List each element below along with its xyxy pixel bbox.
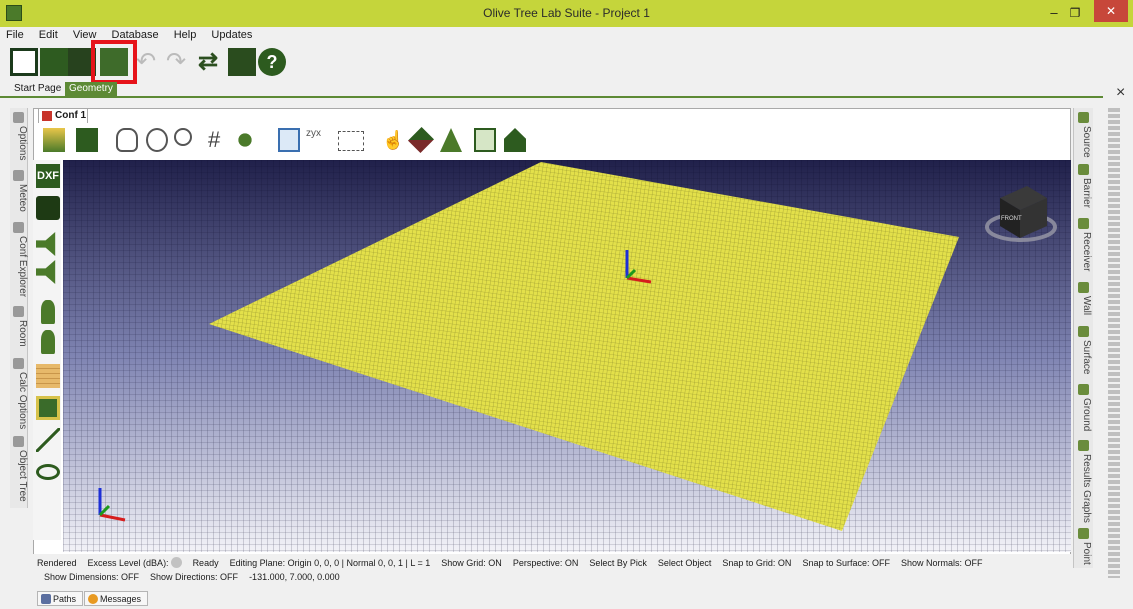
help-icon[interactable]: ? xyxy=(258,48,286,76)
close-panel-icon[interactable]: × xyxy=(1116,84,1125,102)
status-show-dimensions[interactable]: Show Dimensions: OFF xyxy=(44,572,139,582)
open-folder-icon[interactable] xyxy=(40,48,68,76)
status-show-normals[interactable]: Show Normals: OFF xyxy=(901,558,983,568)
dock-tab-calc-options[interactable]: Calc Options xyxy=(10,356,28,432)
status-bar: Rendered Excess Level (dBA): Ready Editing … xyxy=(33,554,1071,584)
object-tools: DXF xyxy=(33,160,61,540)
rotate-icon[interactable] xyxy=(146,128,168,152)
pick-hand-icon[interactable]: ☝ xyxy=(382,128,404,152)
microphone-array-icon[interactable] xyxy=(41,330,55,354)
perspective-icon[interactable] xyxy=(278,128,300,152)
pan-icon[interactable] xyxy=(116,128,138,152)
axes-icon[interactable]: zyx xyxy=(306,128,328,152)
dock-tab-ground[interactable]: Ground xyxy=(1076,382,1092,436)
dock-tab-results-graphs[interactable]: Results Graphs xyxy=(1076,438,1092,524)
undo-icon[interactable]: ↶ xyxy=(136,48,164,76)
view-toolbar: # zyx ☝ xyxy=(38,125,1068,157)
tab-start-page[interactable]: Start Page xyxy=(10,82,65,97)
3d-viewport[interactable]: FRONT xyxy=(63,160,1071,552)
surface-icon[interactable] xyxy=(36,396,60,420)
menu-bar: File Edit View Database Help Updates xyxy=(0,27,1133,45)
left-dock: Options Meteo Conf Explorer Room Calc Op… xyxy=(10,108,28,508)
new-file-icon[interactable] xyxy=(10,48,38,76)
dock-tab-wall[interactable]: Wall xyxy=(1076,280,1092,322)
dock-tab-receiver[interactable]: Receiver xyxy=(1076,216,1092,278)
tab-conf-1[interactable]: Conf 1 xyxy=(38,108,88,123)
dock-tab-object-tree[interactable]: Object Tree xyxy=(10,434,28,508)
status-ready: Ready xyxy=(192,558,219,568)
title-bar: Olive Tree Lab Suite - Project 1 – ❐ ✕ xyxy=(0,0,1133,27)
page-tabs: Start Page Geometry xyxy=(0,81,1133,97)
snap-grid-icon[interactable] xyxy=(474,128,496,152)
measure-icon[interactable] xyxy=(36,428,60,452)
status-excess-level-label: Excess Level (dBA): xyxy=(87,558,169,568)
zoom-icon[interactable] xyxy=(174,128,192,146)
status-show-grid[interactable]: Show Grid: ON xyxy=(441,558,502,568)
select-region-icon[interactable] xyxy=(338,131,364,151)
tab-geometry[interactable]: Geometry xyxy=(65,82,117,97)
dock-tab-source[interactable]: Source xyxy=(1076,110,1092,160)
status-rendered: Rendered xyxy=(37,558,77,568)
move-icon[interactable] xyxy=(234,128,256,152)
menu-help[interactable]: Help xyxy=(168,27,203,43)
redo-icon[interactable]: ↷ xyxy=(166,48,194,76)
dock-tab-point[interactable]: Point xyxy=(1076,526,1092,566)
tent-icon[interactable] xyxy=(440,128,462,152)
window-title: Olive Tree Lab Suite - Project 1 xyxy=(483,6,650,20)
view-cube-label: FRONT xyxy=(1001,216,1022,222)
dock-tab-barrier[interactable]: Barrier xyxy=(1076,162,1092,214)
speaker-icon[interactable] xyxy=(36,232,56,256)
status-coordinates: -131.000, 7.000, 0.000 xyxy=(249,572,340,582)
status-show-directions[interactable]: Show Directions: OFF xyxy=(150,572,238,582)
minimize-button[interactable]: – xyxy=(1045,4,1063,22)
status-select-by-pick[interactable]: Select By Pick xyxy=(589,558,647,568)
menu-edit[interactable]: Edit xyxy=(33,27,64,43)
dock-tab-conf-explorer[interactable]: Conf Explorer xyxy=(10,220,28,302)
side-scroll-strip[interactable] xyxy=(1108,108,1120,578)
status-editing-plane: Editing Plane: Origin 0, 0, 0 | Normal 0… xyxy=(229,558,431,568)
status-dot-icon xyxy=(170,557,182,568)
tab-paths-label: Paths xyxy=(53,594,77,604)
status-select-object[interactable]: Select Object xyxy=(658,558,712,568)
messages-icon xyxy=(88,594,98,604)
dock-tab-room[interactable]: Room xyxy=(10,304,28,354)
main-toolbar: ↶ ↷ ⇄ ? xyxy=(0,45,1133,81)
close-button[interactable]: ✕ xyxy=(1094,0,1128,22)
house-icon[interactable] xyxy=(504,128,526,152)
maximize-button[interactable]: ❐ xyxy=(1066,4,1084,22)
speaker-array-icon[interactable] xyxy=(36,260,56,284)
status-excess-level: Excess Level (dBA): xyxy=(87,557,182,568)
tab-conf-1-label: Conf 1 xyxy=(55,110,87,121)
viewport-canvas: FRONT xyxy=(63,160,1071,552)
brick-wall-icon[interactable] xyxy=(36,364,60,388)
grid-icon[interactable]: # xyxy=(208,128,230,152)
paths-icon xyxy=(41,594,51,604)
microphone-icon[interactable] xyxy=(41,300,55,324)
status-perspective[interactable]: Perspective: ON xyxy=(513,558,579,568)
dock-tab-surface[interactable]: Surface xyxy=(1076,324,1092,380)
status-row-1: Rendered Excess Level (dBA): Ready Editing … xyxy=(37,557,994,568)
print-icon[interactable] xyxy=(228,48,256,76)
highlight-box xyxy=(91,40,137,84)
tab-underline xyxy=(0,96,1103,98)
camera-icon[interactable] xyxy=(36,196,60,220)
tag-icon[interactable] xyxy=(407,126,435,154)
refresh-icon[interactable]: ⇄ xyxy=(198,48,226,76)
menu-updates[interactable]: Updates xyxy=(205,27,258,43)
status-snap-surface[interactable]: Snap to Surface: OFF xyxy=(802,558,890,568)
dock-tab-options[interactable]: Options xyxy=(10,110,28,166)
status-snap-grid[interactable]: Snap to Grid: ON xyxy=(722,558,791,568)
tab-paths[interactable]: Paths xyxy=(37,591,83,606)
flag-icon xyxy=(42,111,52,121)
layers-icon[interactable] xyxy=(43,128,65,152)
right-dock: Source Barrier Receiver Wall Surface Gro… xyxy=(1073,108,1093,568)
tab-messages-label: Messages xyxy=(100,594,142,604)
tab-messages[interactable]: Messages xyxy=(84,591,148,606)
dxf-import-icon[interactable]: DXF xyxy=(36,164,60,188)
calculate-icon[interactable] xyxy=(76,128,98,152)
dock-tab-meteo[interactable]: Meteo xyxy=(10,168,28,218)
eye-icon[interactable] xyxy=(36,464,60,480)
status-row-2: Show Dimensions: OFF Show Directions: OFF… xyxy=(44,572,351,582)
menu-file[interactable]: File xyxy=(0,27,30,43)
